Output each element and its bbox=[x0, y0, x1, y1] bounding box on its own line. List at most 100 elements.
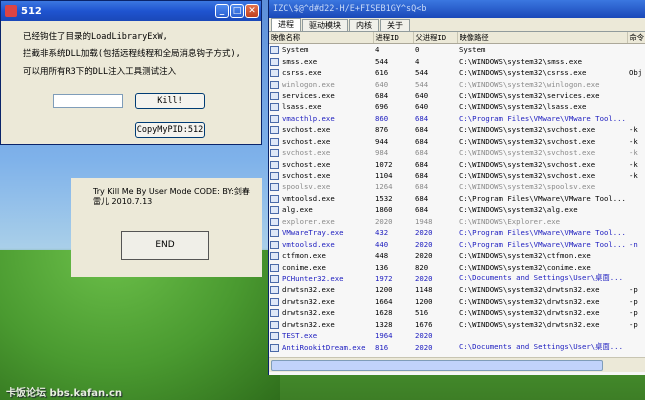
table-row[interactable]: ctfmon.exe 448 2020 C:\WINDOWS\system32\ctf… bbox=[269, 250, 645, 261]
process-name-text: winlogon.exe bbox=[282, 79, 335, 89]
process-pid-text: 1628 bbox=[375, 308, 393, 318]
table-row[interactable]: drwtsn32.exe 1328 1676 C:\WINDOWS\system32\… bbox=[269, 319, 645, 330]
process-path: C:\WINDOWS\system32\drwtsn32.exe bbox=[457, 319, 627, 330]
table-row[interactable]: spoolsv.exe 1264 684 C:\WINDOWS\system32\sp… bbox=[269, 181, 645, 192]
process-ppid-text: 2020 bbox=[415, 342, 433, 352]
table-row[interactable]: vmtoolsd.exe 1532 684 C:\Program Files\VMwa… bbox=[269, 193, 645, 204]
scrollbar-thumb[interactable] bbox=[271, 360, 603, 371]
process-name: lsass.exe bbox=[269, 101, 373, 112]
process-name: svchost.exe bbox=[269, 147, 373, 158]
process-ppid: 684 bbox=[413, 136, 457, 147]
table-row[interactable]: svchost.exe 1072 684 C:\WINDOWS\system32\sv… bbox=[269, 158, 645, 169]
process-pid: 1964 bbox=[373, 330, 413, 341]
end-button[interactable]: END bbox=[121, 231, 209, 260]
process-cmd-text: -k bbox=[629, 148, 638, 158]
column-header-name[interactable]: 映像名称 bbox=[269, 32, 374, 44]
process-path: C:\Program Files\VMware\VMware Tool... bbox=[457, 113, 627, 124]
table-row[interactable]: alg.exe 1860 684 C:\WINDOWS\system32\alg.ex… bbox=[269, 204, 645, 215]
column-header-ppid[interactable]: 父进程ID bbox=[413, 32, 458, 44]
table-row[interactable]: System 4 0 System bbox=[269, 44, 645, 56]
process-cmd: -p bbox=[627, 307, 645, 318]
maximize-button[interactable]: □ bbox=[230, 4, 244, 18]
column-header-cmd[interactable]: 命令 bbox=[627, 32, 645, 44]
table-row[interactable]: smss.exe 544 4 C:\WINDOWS\system32\smss.exe bbox=[269, 55, 645, 66]
table-row[interactable]: TEST.exe 1964 2020 bbox=[269, 330, 645, 341]
table-row[interactable]: explorer.exe 2020 1948 C:\WINDOWS\Explorer.… bbox=[269, 216, 645, 227]
process-path: System bbox=[457, 44, 627, 56]
process-pid-text: 816 bbox=[375, 342, 389, 352]
table-row[interactable]: drwtsn32.exe 1200 1148 C:\WINDOWS\system32\… bbox=[269, 284, 645, 295]
column-header-pid[interactable]: 进程ID bbox=[373, 32, 414, 44]
process-name-text: explorer.exe bbox=[282, 216, 335, 226]
process-name: explorer.exe bbox=[269, 216, 373, 227]
process-name: TEST.exe bbox=[269, 330, 373, 341]
process-path bbox=[457, 330, 627, 341]
process-cmd bbox=[627, 341, 645, 352]
table-row[interactable]: lsass.exe 696 640 C:\WINDOWS\system32\lsass… bbox=[269, 101, 645, 112]
tab-process[interactable]: 进程 bbox=[271, 18, 301, 31]
table-row[interactable]: PCHunter32.exe 1972 2020 C:\Documents and S… bbox=[269, 273, 645, 284]
tab-driver-modules[interactable]: 驱动模块 bbox=[302, 19, 348, 31]
process-cmd bbox=[627, 250, 645, 261]
process-pid-text: 544 bbox=[375, 56, 389, 66]
process-path: C:\WINDOWS\system32\csrss.exe bbox=[457, 67, 627, 78]
pid-window-titlebar[interactable]: 512 _ □ ✕ bbox=[1, 1, 261, 21]
process-window-title: IZC\$@^d#d22-H/E+FISEB1GY^sQ<b bbox=[273, 4, 427, 14]
process-pid-text: 1104 bbox=[375, 171, 393, 181]
process-ppid: 640 bbox=[413, 101, 457, 112]
process-icon bbox=[270, 274, 279, 283]
process-path-text: C:\WINDOWS\system32\drwtsn32.exe bbox=[459, 285, 600, 295]
table-row[interactable]: vmacthlp.exe 860 684 C:\Program Files\VMwar… bbox=[269, 113, 645, 124]
process-ppid: 1148 bbox=[413, 284, 457, 295]
process-ppid-text: 684 bbox=[415, 136, 429, 146]
process-ppid-text: 1676 bbox=[415, 319, 433, 329]
table-row[interactable]: drwtsn32.exe 1664 1200 C:\WINDOWS\system32\… bbox=[269, 296, 645, 307]
table-row[interactable]: vmtoolsd.exe 440 2020 C:\Program Files\VMwa… bbox=[269, 238, 645, 249]
process-pid-text: 1860 bbox=[375, 205, 393, 215]
process-cmd: -k bbox=[627, 158, 645, 169]
process-pid-text: 448 bbox=[375, 251, 389, 261]
process-icon bbox=[270, 80, 279, 89]
process-cmd bbox=[627, 101, 645, 112]
process-ppid: 1676 bbox=[413, 319, 457, 330]
horizontal-scrollbar[interactable] bbox=[269, 357, 645, 372]
pid-input[interactable] bbox=[53, 94, 123, 108]
kill-me-window: Try Kill Me By User Mode CODE: BY:剑春雷儿 2… bbox=[71, 178, 262, 277]
table-row[interactable]: conime.exe 136 820 C:\WINDOWS\system32\coni… bbox=[269, 261, 645, 272]
process-name: vmtoolsd.exe bbox=[269, 238, 373, 249]
process-ppid: 684 bbox=[413, 193, 457, 204]
table-row[interactable]: services.exe 684 640 C:\WINDOWS\system32\se… bbox=[269, 90, 645, 101]
close-button[interactable]: ✕ bbox=[245, 4, 259, 18]
process-cmd-text: -k bbox=[629, 159, 638, 169]
tab-kernel[interactable]: 内核 bbox=[349, 19, 379, 31]
table-row[interactable]: svchost.exe 1104 684 C:\WINDOWS\system32\sv… bbox=[269, 170, 645, 181]
process-cmd-text: -k bbox=[629, 125, 638, 135]
table-row[interactable]: drwtsn32.exe 1628 516 C:\WINDOWS\system32\d… bbox=[269, 307, 645, 318]
process-pid: 1532 bbox=[373, 193, 413, 204]
copy-pid-button[interactable]: CopyMyPID:512 bbox=[135, 122, 205, 138]
tab-about[interactable]: 关于 bbox=[380, 19, 410, 31]
process-pid: 816 bbox=[373, 341, 413, 352]
process-table: 映像名称 进程ID 父进程ID 映像路径 命令 System 4 0 System sm… bbox=[269, 32, 645, 353]
process-cmd: -p bbox=[627, 296, 645, 307]
process-cmd bbox=[627, 78, 645, 89]
process-icon bbox=[270, 91, 279, 100]
table-row[interactable]: VMwareTray.exe 432 2020 C:\Program Files\VM… bbox=[269, 227, 645, 238]
process-cmd-text: -k bbox=[629, 171, 638, 181]
process-name: drwtsn32.exe bbox=[269, 319, 373, 330]
process-pid: 696 bbox=[373, 101, 413, 112]
table-row[interactable]: svchost.exe 876 684 C:\WINDOWS\system32\svc… bbox=[269, 124, 645, 135]
table-row[interactable]: winlogon.exe 640 544 C:\WINDOWS\system32\wi… bbox=[269, 78, 645, 89]
process-pid-text: 136 bbox=[375, 262, 389, 272]
column-header-path[interactable]: 映像路径 bbox=[457, 32, 628, 44]
table-row[interactable]: AntiRookitDream.exe 816 2020 C:\Documents a… bbox=[269, 341, 645, 352]
process-path: C:\WINDOWS\system32\drwtsn32.exe bbox=[457, 296, 627, 307]
process-name-text: ctfmon.exe bbox=[282, 251, 326, 261]
kill-button[interactable]: Kill! bbox=[135, 93, 205, 109]
minimize-button[interactable]: _ bbox=[215, 4, 229, 18]
process-window-titlebar[interactable]: IZC\$@^d#d22-H/E+FISEB1GY^sQ<b bbox=[269, 0, 645, 18]
table-row[interactable]: svchost.exe 984 684 C:\WINDOWS\system32\svc… bbox=[269, 147, 645, 158]
process-name-text: svchost.exe bbox=[282, 159, 331, 169]
table-row[interactable]: csrss.exe 616 544 C:\WINDOWS\system32\csrss… bbox=[269, 67, 645, 78]
table-row[interactable]: svchost.exe 944 684 C:\WINDOWS\system32\svc… bbox=[269, 136, 645, 147]
